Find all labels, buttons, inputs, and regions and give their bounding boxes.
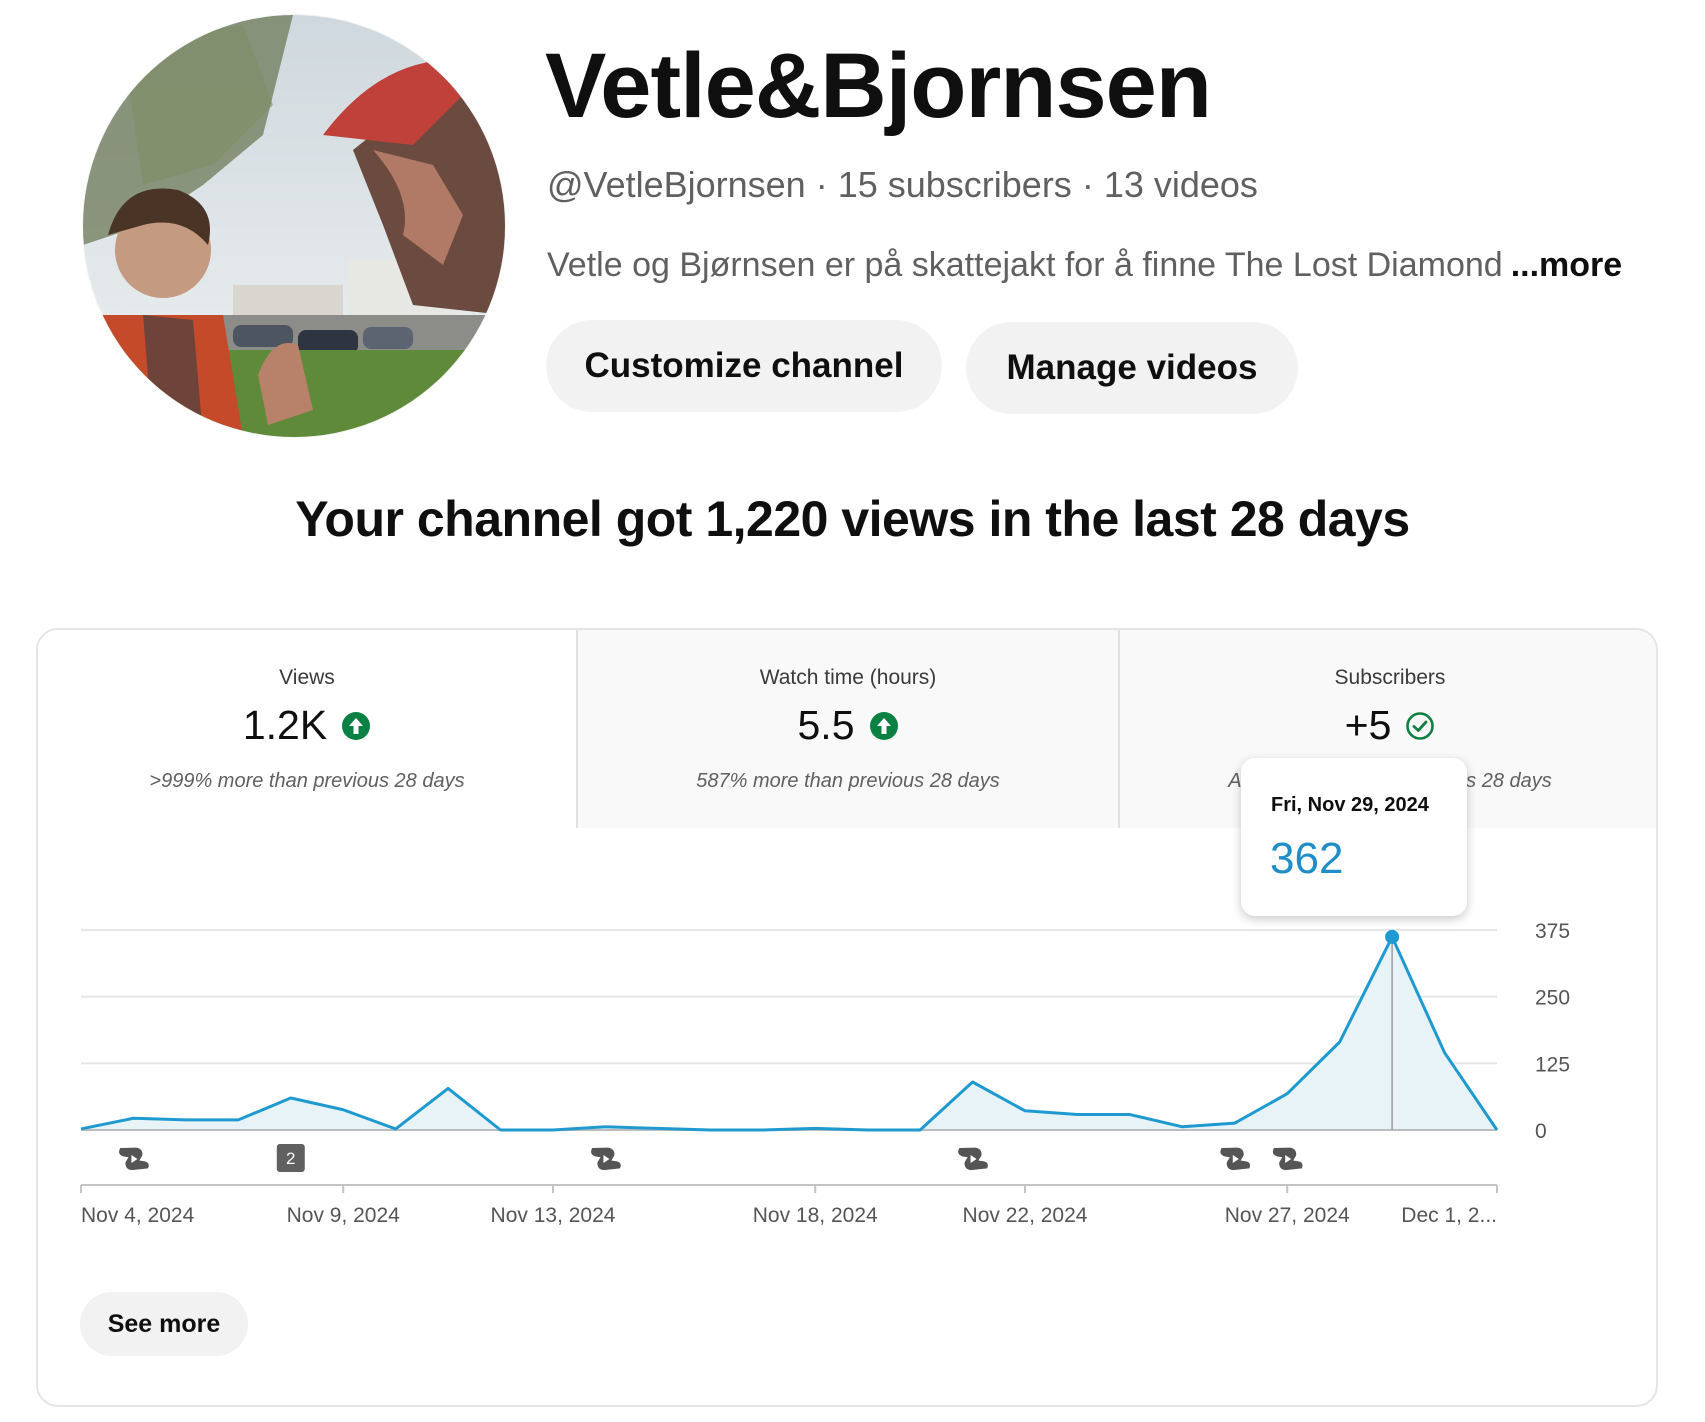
tooltip-date: Fri, Nov 29, 2024 xyxy=(1271,794,1429,816)
highlight-point xyxy=(1385,929,1400,944)
views-chart[interactable]: 0 125 250 375 Nov 4, 2024 Nov 9, 2024 Nov 13, … xyxy=(0,0,1705,1422)
chart-area xyxy=(81,936,1497,1130)
x-tick-label: Dec 1, 2... xyxy=(1401,1204,1497,1227)
video-count-label: 2 xyxy=(286,1149,295,1168)
shorts-icon[interactable] xyxy=(1218,1140,1251,1177)
x-tick-label: Nov 22, 2024 xyxy=(963,1204,1088,1227)
tooltip-value: 362 xyxy=(1270,834,1344,883)
shorts-icon[interactable] xyxy=(117,1140,150,1177)
see-more-button[interactable]: See more xyxy=(80,1292,248,1356)
x-tick-label: Nov 4, 2024 xyxy=(81,1204,195,1227)
y-tick-label: 0 xyxy=(1535,1120,1547,1143)
shorts-icon[interactable] xyxy=(589,1140,622,1177)
shorts-icon[interactable] xyxy=(1271,1140,1304,1177)
x-tick-label: Nov 13, 2024 xyxy=(491,1204,616,1227)
y-tick-label: 375 xyxy=(1535,920,1570,943)
y-tick-label: 250 xyxy=(1535,987,1570,1010)
y-tick-label: 125 xyxy=(1535,1053,1570,1076)
x-tick-label: Nov 18, 2024 xyxy=(753,1204,878,1227)
chart-tooltip: Fri, Nov 29, 2024 362 xyxy=(1241,758,1467,916)
shorts-icon[interactable] xyxy=(956,1140,989,1177)
x-tick-label: Nov 9, 2024 xyxy=(287,1204,401,1227)
x-tick-label: Nov 27, 2024 xyxy=(1225,1204,1350,1227)
